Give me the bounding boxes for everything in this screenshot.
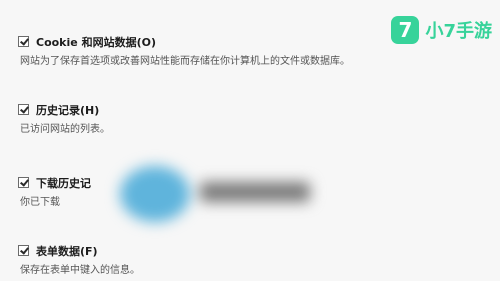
delete-browsing-history-panel: Cookie 和网站数据(O) 网站为了保存首选项或改善网站性能而存储在你计算机… bbox=[0, 0, 500, 281]
watermark-bar bbox=[200, 182, 310, 202]
form-data-checkbox[interactable] bbox=[18, 245, 29, 256]
cookies-checkbox[interactable] bbox=[18, 36, 29, 47]
site-logo: 7 小7手游 bbox=[391, 16, 492, 44]
cookies-description: 网站为了保存首选项或改善网站性能而存储在你计算机上的文件或数据库。 bbox=[20, 56, 350, 67]
history-label: 历史记录(H) bbox=[36, 104, 100, 117]
logo-text: 小7手游 bbox=[425, 21, 492, 42]
history-description: 已访问网站的列表。 bbox=[20, 124, 110, 135]
form-data-label: 表单数据(F) bbox=[36, 245, 98, 258]
download-history-checkbox[interactable] bbox=[18, 177, 29, 188]
form-data-description: 保存在表单中键入的信息。 bbox=[20, 265, 140, 276]
cookies-label: Cookie 和网站数据(O) bbox=[36, 36, 156, 49]
watermark-blob bbox=[120, 166, 190, 222]
watermark-blur bbox=[110, 160, 320, 226]
history-checkbox[interactable] bbox=[18, 104, 29, 115]
download-history-label: 下载历史记 bbox=[36, 177, 91, 190]
logo-badge-icon: 7 bbox=[391, 16, 420, 44]
